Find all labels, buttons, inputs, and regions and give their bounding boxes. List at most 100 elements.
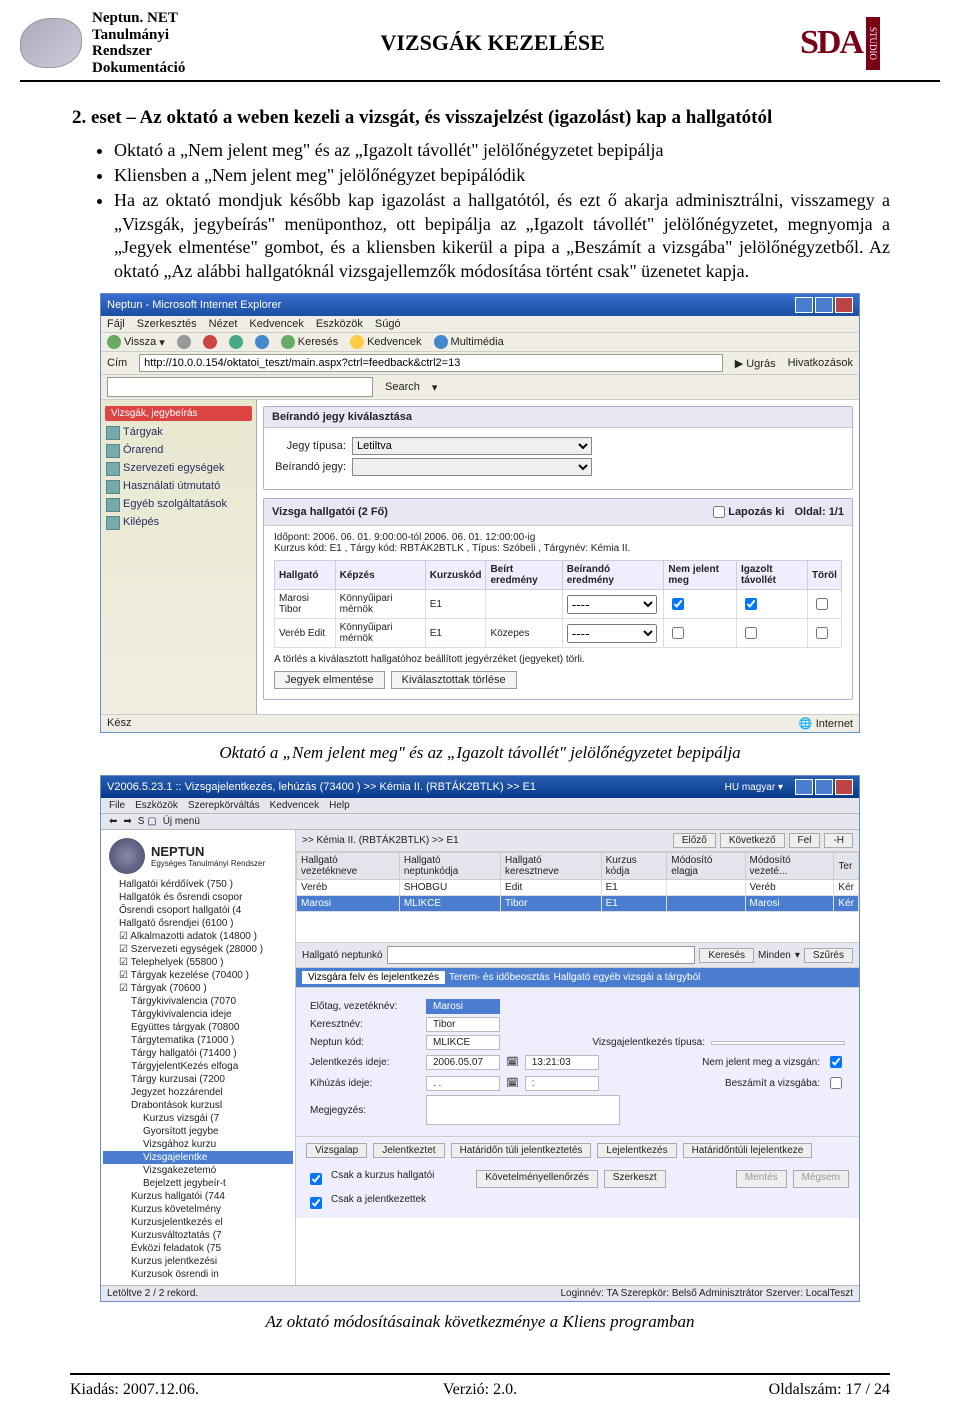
filter-button[interactable]: Szűrés (804, 948, 853, 963)
search-button[interactable]: Keresés (699, 948, 754, 963)
delete-checkbox[interactable] (816, 598, 828, 610)
menu-role[interactable]: Szerepkörváltás (188, 800, 260, 811)
it-checkbox[interactable] (745, 627, 757, 639)
search-scope[interactable]: Minden (758, 950, 791, 961)
tree-item[interactable]: ☑ Tárgyak (70600 ) (103, 982, 293, 995)
maximize-button[interactable] (815, 779, 833, 795)
sidebar-item-egyeb[interactable]: Egyéb szolgáltatások (101, 495, 256, 513)
tree-item[interactable]: Kurzusok ösrendi in (103, 1268, 293, 1281)
tree-item[interactable]: ☑ Telephelyek (55800 ) (103, 956, 293, 969)
refresh-button[interactable]: Következő (720, 833, 785, 848)
tree-item[interactable]: Kurzusváltoztatás (7 (103, 1229, 293, 1242)
sidebar-active-tab[interactable]: Vizsgák, jegybeírás (105, 406, 252, 421)
search-input[interactable] (387, 946, 696, 964)
tree-item[interactable]: Kurzus követelmény (103, 1203, 293, 1216)
tree-item[interactable]: Együttes tárgyak (70800 (103, 1021, 293, 1034)
njm-checkbox[interactable] (672, 598, 684, 610)
menu-fav[interactable]: Kedvencek (270, 800, 319, 811)
menu-tools[interactable]: Eszközök (135, 800, 178, 811)
sidebar-item-orarend[interactable]: Órarend (101, 441, 256, 459)
tree-item[interactable]: Gyorsított jegybe (103, 1125, 293, 1138)
signup-date-field[interactable]: 2006.05.07 (426, 1055, 500, 1070)
tree-item[interactable]: Tárgykivivalencia (7070 (103, 995, 293, 1008)
refresh-button[interactable] (229, 335, 243, 349)
col-kepzes[interactable]: Képzés (335, 561, 425, 590)
maximize-button[interactable] (815, 297, 833, 313)
only-registered-checkbox[interactable] (310, 1197, 322, 1209)
favorites-button[interactable]: Kedvencek (350, 335, 421, 349)
comment-field[interactable] (426, 1095, 620, 1125)
lastname-field[interactable]: Marosi (426, 999, 500, 1014)
tree-item[interactable]: Tárgykivivalencia ideje (103, 1008, 293, 1021)
tree-item[interactable]: Tárgy hallgatói (71400 ) (103, 1047, 293, 1060)
col-njm[interactable]: Nem jelent meg (664, 561, 737, 590)
links-label[interactable]: Hivatkozások (788, 357, 853, 369)
tab[interactable]: Hallgató egyéb vizsgái a tárgyból (554, 972, 701, 983)
grade-select[interactable]: ---- (567, 595, 657, 614)
edit-button[interactable]: Szerkeszt (604, 1170, 666, 1188)
late-unregister-button[interactable]: Határidőntúli lejelentkeze (683, 1143, 813, 1158)
reqcheck-button[interactable]: Követelményellenőrzés (476, 1170, 597, 1188)
delete-selected-button[interactable]: Kiválasztottak törlése (391, 671, 517, 689)
sidebar-item-kilepes[interactable]: Kilépés (101, 513, 256, 531)
table-row[interactable]: Marosi Tibor Könnyűipari mérnök E1 ---- (275, 590, 842, 619)
menu-tools[interactable]: Eszközök (316, 318, 363, 330)
sidebar-item-targyak[interactable]: Tárgyak (101, 423, 256, 441)
media-button[interactable]: Multimédia (434, 335, 504, 349)
col-torol[interactable]: Töröl (807, 561, 841, 590)
search-button[interactable]: Keresés (281, 335, 338, 349)
tree-item[interactable]: Kurzusjelentkezés el (103, 1216, 293, 1229)
tree-item[interactable]: Drabontások kurzusl (103, 1099, 293, 1112)
tree-item[interactable]: Vizsgakezetemó (103, 1164, 293, 1177)
withdraw-date-field[interactable]: . . (426, 1076, 500, 1091)
menu-help[interactable]: Help (329, 800, 350, 811)
delete-checkbox[interactable] (816, 627, 828, 639)
save-button[interactable]: Mentés (736, 1170, 787, 1188)
back-button[interactable]: Vissza ▾ (107, 335, 165, 349)
grade-select[interactable]: ---- (567, 624, 657, 643)
col-it[interactable]: Igazolt távollét (736, 561, 807, 590)
njm-checkbox[interactable] (672, 627, 684, 639)
address-input[interactable] (139, 354, 723, 372)
home-button[interactable] (255, 335, 269, 349)
stop-button[interactable] (203, 335, 217, 349)
cancel-button[interactable]: Mégsem (793, 1170, 849, 1188)
menu-edit[interactable]: Szerkesztés (137, 318, 197, 330)
grade-value-select[interactable] (352, 458, 592, 476)
it-checkbox[interactable] (745, 598, 757, 610)
counts-checkbox[interactable] (830, 1077, 842, 1089)
tree-item[interactable]: Hallgató ősrendjei (6100 ) (103, 917, 293, 930)
tree-item[interactable]: Jegyzet hozzárendel (103, 1086, 293, 1099)
tree-item[interactable]: Vizsgához kurzu (103, 1138, 293, 1151)
col-hallgato[interactable]: Hallgató (275, 561, 336, 590)
col-beirando[interactable]: Beírandó eredmény (562, 561, 664, 590)
exam-type-select[interactable] (711, 1041, 845, 1045)
tree-item[interactable]: Évközi feladatok (75 (103, 1242, 293, 1255)
menu-help[interactable]: Súgó (375, 318, 401, 330)
minimize-button[interactable] (795, 297, 813, 313)
tree-item[interactable]: ☑ Szervezeti egységek (28000 ) (103, 943, 293, 956)
close-nav-button[interactable]: -H (824, 833, 853, 848)
unregister-button[interactable]: Lejelentkezés (597, 1143, 676, 1158)
tree-item[interactable]: Kurzus hallgatói (744 (103, 1190, 293, 1203)
tree-item[interactable]: Hallgatók és ősrendi csopor (103, 891, 293, 904)
col-kurzuskod[interactable]: Kurzuskód (425, 561, 486, 590)
tree-item[interactable]: Tárgy kurzusai (7200 (103, 1073, 293, 1086)
tree-item[interactable]: TárgyjelentKezés elfoga (103, 1060, 293, 1073)
forward-button[interactable] (177, 335, 191, 349)
late-register-button[interactable]: Határidőn túli jelentkeztetés (451, 1143, 592, 1158)
go-button[interactable]: ▶ Ugrás (735, 357, 776, 370)
new-menu-button[interactable]: Új menü (163, 816, 200, 827)
up-button[interactable]: Fel (789, 833, 821, 848)
no-show-checkbox[interactable] (830, 1056, 842, 1068)
tree-item[interactable]: ☑ Alkalmazotti adatok (14800 ) (103, 930, 293, 943)
col-beirt[interactable]: Beírt eredmény (486, 561, 562, 590)
minimize-button[interactable] (795, 779, 813, 795)
tree-item[interactable]: ☑ Tárgyak kezelése (70400 ) (103, 969, 293, 982)
tree-item[interactable]: Kurzus vizsgái (7 (103, 1112, 293, 1125)
sidebar-item-szervezeti[interactable]: Szervezeti egységek (101, 459, 256, 477)
firstname-field[interactable]: Tibor (426, 1017, 500, 1032)
save-grades-button[interactable]: Jegyek elmentése (274, 671, 385, 689)
neptun-field[interactable]: MLIKCE (426, 1035, 500, 1050)
examsheet-button[interactable]: Vizsgalap (306, 1143, 367, 1158)
